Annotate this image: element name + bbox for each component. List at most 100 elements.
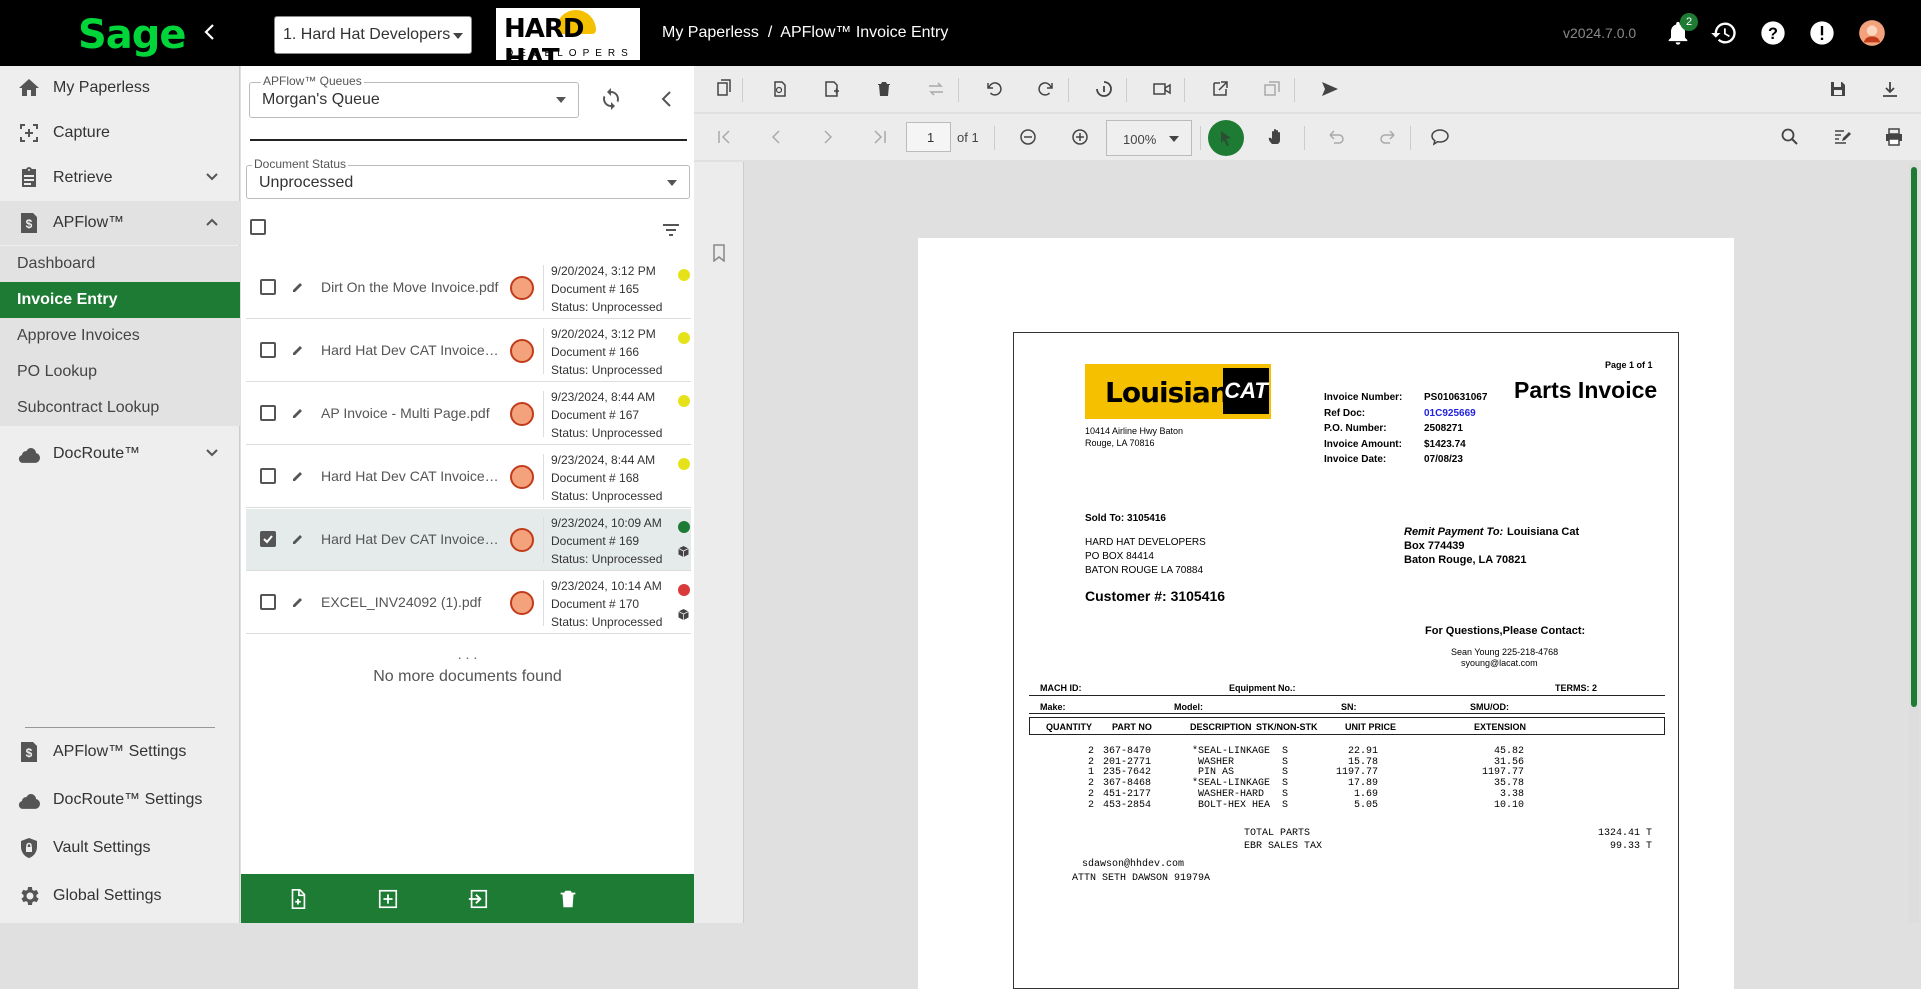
zoom-out-icon[interactable] <box>1018 127 1038 147</box>
search-icon[interactable] <box>1780 127 1800 147</box>
trash-icon[interactable] <box>557 888 579 910</box>
previous-page-icon[interactable] <box>766 127 786 147</box>
delete-page-icon[interactable] <box>874 79 894 99</box>
document-name[interactable]: Dirt On the Move Invoice.pdf <box>321 279 501 295</box>
sidebar-item-my-paperless[interactable]: My Paperless <box>0 66 240 110</box>
pencil-icon[interactable] <box>291 595 305 609</box>
user-avatar[interactable] <box>1858 19 1886 47</box>
help-icon[interactable]: ? <box>1759 19 1787 47</box>
breadcrumb[interactable]: My Paperless / APFlow™ Invoice Entry <box>662 24 948 42</box>
comment-icon[interactable] <box>1430 127 1450 147</box>
company-select[interactable]: 1. Hard Hat Developers <box>274 16 472 54</box>
copy-icon[interactable] <box>714 79 734 99</box>
filter-icon[interactable] <box>661 220 681 240</box>
sidebar-subitem-invoice-entry[interactable]: Invoice Entry <box>0 282 240 318</box>
document-checkbox[interactable] <box>260 594 276 610</box>
invoice-field-value[interactable]: 01C925669 <box>1424 407 1476 420</box>
document-name[interactable]: Hard Hat Dev CAT Invoice.pdf <box>321 531 501 547</box>
reset-icon[interactable] <box>1094 79 1114 99</box>
document-date: 9/23/2024, 10:14 AM <box>551 579 662 593</box>
sidebar-item-docroute-settings[interactable]: DocRoute™ Settings <box>0 778 240 822</box>
sidebar-item-vault-settings[interactable]: Vault Settings <box>0 826 240 870</box>
pencil-icon[interactable] <box>291 469 305 483</box>
download-icon[interactable] <box>1880 79 1900 99</box>
assignee-avatar <box>510 528 534 552</box>
sidebar-item-global-settings[interactable]: Global Settings <box>0 874 240 918</box>
document-checkbox[interactable] <box>260 468 276 484</box>
last-page-icon[interactable] <box>870 127 890 147</box>
document-row[interactable]: Hard Hat Dev CAT Invoice.pdf 9/20/2024, 3… <box>246 320 691 382</box>
refresh-icon[interactable] <box>599 87 623 111</box>
collapse-sidebar-icon[interactable] <box>200 22 220 48</box>
alert-gear-icon[interactable] <box>1808 19 1836 47</box>
document-name[interactable]: Hard Hat Dev CAT Invoice.pdf <box>321 468 501 484</box>
undo-icon[interactable] <box>1326 127 1346 147</box>
document-checkbox[interactable] <box>260 405 276 421</box>
select-tool-button[interactable] <box>1208 120 1244 156</box>
sidebar-subitem-po-lookup[interactable]: PO Lookup <box>0 354 240 390</box>
sage-logo[interactable]: Sage <box>78 12 187 58</box>
document-name[interactable]: AP Invoice - Multi Page.pdf <box>321 405 501 421</box>
document-row[interactable]: AP Invoice - Multi Page.pdf 9/23/2024, 8:… <box>246 383 691 445</box>
add-page-icon[interactable] <box>822 79 842 99</box>
sidebar-item-capture[interactable]: Capture <box>0 111 240 155</box>
swap-icon[interactable] <box>926 79 946 99</box>
svg-text:?: ? <box>1768 25 1778 43</box>
page-number-input[interactable]: 1 <box>906 122 951 152</box>
status-dot <box>678 395 690 407</box>
rotate-right-icon[interactable] <box>1036 79 1056 99</box>
open-external-icon[interactable] <box>1210 79 1230 99</box>
document-name[interactable]: Hard Hat Dev CAT Invoice.pdf <box>321 342 501 358</box>
document-checkbox[interactable] <box>260 279 276 295</box>
select-all-checkbox[interactable] <box>250 219 266 235</box>
company-logo: HARD HAT DEVELOPERS <box>494 6 642 74</box>
document-checkbox[interactable] <box>260 342 276 358</box>
next-page-icon[interactable] <box>818 127 838 147</box>
import-icon[interactable] <box>467 888 489 910</box>
merge-icon[interactable] <box>1262 79 1282 99</box>
document-row[interactable]: Hard Hat Dev CAT Invoice.pdf 9/23/2024, 8… <box>246 446 691 508</box>
scrollbar-thumb[interactable] <box>1911 167 1917 707</box>
table-cell: 10.10 <box>1493 799 1524 811</box>
pan-hand-icon[interactable] <box>1266 127 1286 147</box>
sidebar-item-apflow-settings[interactable]: $ APFlow™ Settings <box>0 730 240 774</box>
sidebar-subitem-subcontract-lookup[interactable]: Subcontract Lookup <box>0 390 240 426</box>
new-document-icon[interactable] <box>287 888 309 910</box>
zoom-in-icon[interactable] <box>1070 127 1090 147</box>
capture-icon <box>20 124 38 142</box>
pencil-icon[interactable] <box>291 406 305 420</box>
divider-line <box>1029 713 1665 714</box>
document-row[interactable]: EXCEL_INV24092 (1).pdf 9/23/2024, 10:14 A… <box>246 572 691 634</box>
save-icon[interactable] <box>1828 79 1848 99</box>
sidebar-item-retrieve[interactable]: Retrieve <box>0 156 240 200</box>
viewer-scrollbar[interactable] <box>1909 163 1919 923</box>
bookmark-icon[interactable] <box>712 244 726 262</box>
pencil-icon[interactable] <box>291 532 305 546</box>
video-icon[interactable] <box>1152 79 1172 99</box>
pencil-icon[interactable] <box>291 343 305 357</box>
rotate-left-icon[interactable] <box>984 79 1004 99</box>
zoom-select[interactable]: 100% <box>1106 120 1192 156</box>
collapse-panel-icon[interactable] <box>657 89 677 109</box>
add-box-icon[interactable] <box>377 888 399 910</box>
split-icon[interactable] <box>770 79 790 99</box>
edit-form-icon[interactable] <box>1832 127 1852 147</box>
sidebar-subitem-approve-invoices[interactable]: Approve Invoices <box>0 318 240 354</box>
pencil-icon[interactable] <box>291 280 305 294</box>
send-icon[interactable] <box>1320 79 1340 99</box>
document-checkbox[interactable] <box>260 531 276 547</box>
sidebar-subitem-dashboard[interactable]: Dashboard <box>0 246 240 282</box>
cloud-icon <box>18 448 41 463</box>
redo-icon[interactable] <box>1378 127 1398 147</box>
sidebar-item-docroute[interactable]: DocRoute™ <box>0 432 240 476</box>
print-icon[interactable] <box>1884 127 1904 147</box>
document-row[interactable]: Dirt On the Move Invoice.pdf 9/20/2024, 3… <box>246 257 691 319</box>
document-row[interactable]: Hard Hat Dev CAT Invoice.pdf 9/23/2024, 1… <box>246 509 691 571</box>
document-number: Document # 166 <box>551 345 640 359</box>
remit-line1: Box 774439 <box>1404 540 1465 552</box>
document-name[interactable]: EXCEL_INV24092 (1).pdf <box>321 594 501 610</box>
separator <box>958 78 959 102</box>
sidebar-item-apflow[interactable]: $ APFlow™ <box>0 201 240 245</box>
first-page-icon[interactable] <box>714 127 734 147</box>
history-icon[interactable] <box>1710 19 1738 47</box>
